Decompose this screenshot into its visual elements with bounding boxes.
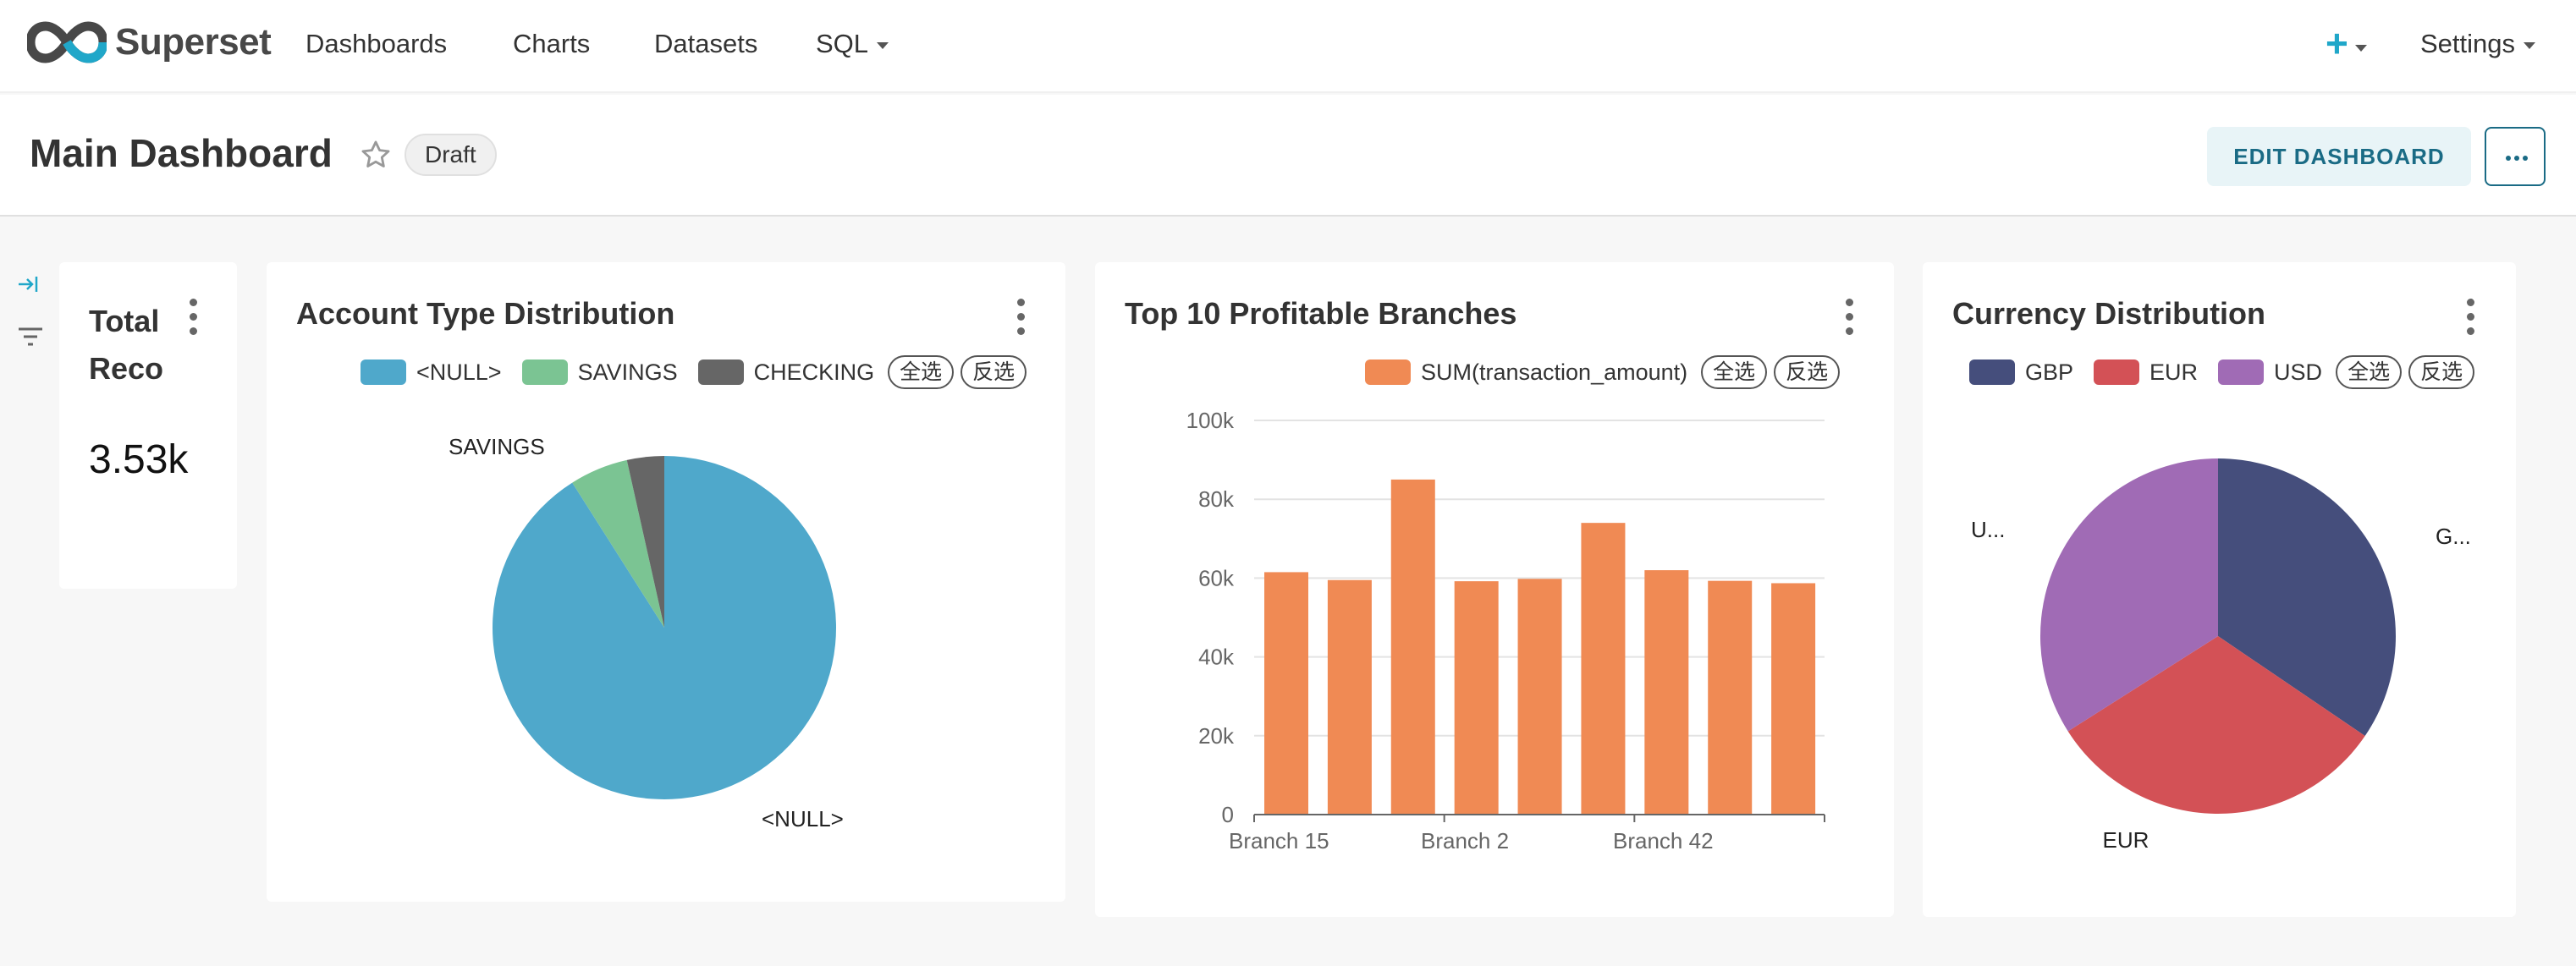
superset-logo[interactable]: Superset [27, 17, 272, 68]
bar [1644, 570, 1689, 815]
edit-dashboard-button[interactable]: EDIT DASHBOARD [2207, 127, 2471, 186]
y-tick-label: 60k [1198, 565, 1235, 590]
legend-label[interactable]: CHECKING [754, 360, 875, 386]
slice-label: SAVINGS [449, 434, 545, 459]
nav-datasets[interactable]: Datasets [654, 25, 757, 63]
title-line: Total [89, 304, 160, 338]
branches-legend: SUM(transaction_amount) 全选 反选 [1365, 355, 1841, 389]
kebab-menu-icon[interactable] [1845, 299, 1853, 336]
kebab-menu-icon[interactable] [2466, 299, 2474, 336]
dot [2506, 156, 2511, 161]
bar [1327, 579, 1372, 815]
account-type-title: Account Type Distribution [296, 296, 675, 331]
legend-label[interactable]: USD [2274, 360, 2322, 386]
select-all-button[interactable]: 全选 [1701, 355, 1768, 389]
plus-icon: + [2326, 21, 2348, 65]
add-new-menu[interactable]: + [2326, 24, 2367, 63]
legend-label[interactable]: GBP [2025, 360, 2073, 386]
bar [1454, 581, 1499, 815]
x-tick-label: Branch 15 [1229, 828, 1329, 853]
kebab-menu-icon[interactable] [1016, 299, 1025, 336]
big-number-value: 3.53k [89, 437, 189, 482]
legend-swatch[interactable] [1365, 360, 1411, 385]
legend-label[interactable]: EUR [2149, 360, 2198, 386]
total-records-title: Total Reco [89, 298, 163, 392]
x-tick-label: Branch 42 [1613, 828, 1714, 853]
status-badge[interactable]: Draft [405, 134, 497, 176]
x-tick-label: Branch 2 [1421, 828, 1509, 853]
chevron-down-icon [877, 41, 889, 49]
invert-selection-button[interactable]: 反选 [960, 355, 1027, 389]
top-navbar: Superset Dashboards Charts Datasets SQL … [0, 0, 2576, 93]
expand-filters-icon[interactable] [17, 272, 41, 296]
currency-legend: GBP EUR USD 全选 反选 [1969, 355, 2475, 389]
bar [1581, 523, 1626, 815]
legend-label[interactable]: SAVINGS [578, 360, 678, 386]
nav-dashboards[interactable]: Dashboards [305, 25, 447, 63]
y-tick-label: 80k [1198, 486, 1235, 512]
y-tick-label: 0 [1222, 802, 1234, 827]
kebab-menu-icon[interactable] [189, 299, 197, 336]
chevron-down-icon [2354, 45, 2367, 52]
superset-logo-icon [27, 21, 107, 63]
nav-sql-menu[interactable]: SQL [816, 25, 889, 63]
invert-selection-button[interactable]: 反选 [1774, 355, 1841, 389]
settings-menu[interactable]: Settings [2420, 25, 2536, 63]
bar [1771, 583, 1816, 815]
invert-selection-button[interactable]: 反选 [2408, 355, 2475, 389]
legend-swatch[interactable] [521, 360, 568, 385]
slice-label: U... [1971, 517, 2005, 542]
legend-swatch[interactable] [361, 360, 406, 385]
nav-charts[interactable]: Charts [513, 25, 590, 63]
dashboard-title[interactable]: Main Dashboard [30, 130, 333, 176]
dot [2514, 156, 2519, 161]
chevron-down-icon [2524, 41, 2536, 49]
dot [2523, 156, 2528, 161]
branches-bar-chart: 0 20k 40k 60k 80k 100k Branch 15 Branch 2 Branch… [1186, 408, 1825, 853]
slice-label: <NULL> [762, 806, 844, 832]
y-tick-label: 40k [1198, 645, 1235, 670]
account-legend: <NULL> SAVINGS CHECKING 全选 反选 [361, 355, 1027, 389]
bar [1517, 579, 1562, 815]
brand-name: Superset [115, 21, 272, 63]
slice-label: G... [2436, 524, 2471, 549]
nav-sql-label: SQL [816, 29, 869, 58]
legend-label[interactable]: SUM(transaction_amount) [1421, 360, 1687, 386]
legend-swatch[interactable] [697, 360, 744, 385]
legend-swatch[interactable] [1969, 360, 2015, 385]
select-all-button[interactable]: 全选 [2336, 355, 2403, 389]
y-tick-label: 100k [1186, 408, 1235, 433]
select-all-button[interactable]: 全选 [888, 355, 955, 389]
account-pie-chart: <NULL> SAVINGS [449, 434, 844, 832]
currency-title: Currency Distribution [1952, 296, 2266, 331]
bar [1708, 580, 1753, 815]
filter-icon[interactable] [17, 323, 44, 350]
bar [1264, 572, 1308, 815]
star-icon[interactable] [359, 139, 393, 171]
y-tick-label: 20k [1198, 723, 1235, 749]
dashboard-header: Main Dashboard Draft EDIT DASHBOARD [0, 95, 2576, 217]
legend-label[interactable]: <NULL> [416, 360, 502, 386]
title-line: Reco [89, 351, 164, 386]
legend-swatch[interactable] [2218, 360, 2265, 385]
slice-label: EUR [2103, 827, 2149, 853]
top-branches-title: Top 10 Profitable Branches [1125, 296, 1517, 331]
currency-pie-chart: G... EUR U... [1971, 458, 2471, 853]
legend-swatch[interactable] [2094, 360, 2140, 385]
more-options-button[interactable] [2485, 127, 2546, 186]
bar [1390, 479, 1435, 815]
settings-label: Settings [2420, 29, 2516, 58]
